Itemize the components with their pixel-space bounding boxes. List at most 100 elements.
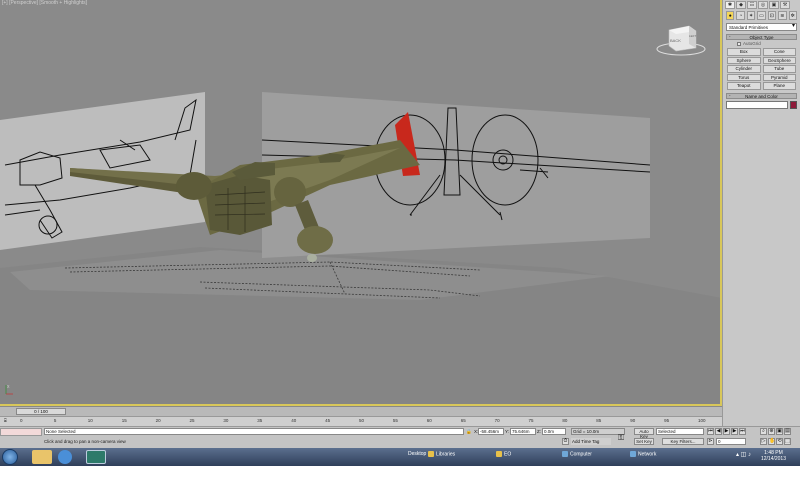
system-clock[interactable]: 1:48 PM 12/14/2013: [761, 450, 786, 462]
eo-taskbar-item[interactable]: EO: [496, 451, 511, 457]
time-tag-icon[interactable]: ⏱: [562, 438, 569, 445]
plane-button[interactable]: Plane: [762, 82, 796, 90]
viewcube[interactable]: BACK LEFT: [656, 22, 706, 56]
field-of-view-icon[interactable]: ▷: [760, 438, 767, 445]
x-coordinate-field[interactable]: -58.456m: [478, 428, 504, 435]
zoom-icon[interactable]: ⌕: [760, 428, 767, 435]
start-button-icon[interactable]: [2, 449, 18, 465]
status-bar: None Selected Click and drag to pan a no…: [0, 426, 800, 448]
3dsmax-taskbar-icon[interactable]: [86, 450, 106, 464]
goto-end-icon[interactable]: ⏭: [739, 428, 746, 435]
desktop-toolbar[interactable]: Desktop: [408, 451, 426, 457]
next-frame-icon[interactable]: ▶: [731, 428, 738, 435]
name-and-color-rollout[interactable]: Name and Color: [726, 92, 797, 99]
create-tab-icon[interactable]: ✱: [725, 1, 735, 9]
cameras-icon[interactable]: ▭: [757, 11, 766, 20]
utilities-tab-icon[interactable]: ⚒: [780, 1, 790, 9]
systems-icon[interactable]: ✲: [788, 11, 797, 20]
time-slider-track[interactable]: 0 / 100: [0, 406, 722, 416]
lock-icon[interactable]: 🔒: [466, 429, 472, 435]
trackbar-tick-label: 25: [189, 418, 195, 423]
object-name-field[interactable]: [726, 100, 788, 109]
perspective-viewport[interactable]: [+] [Perspective] [Smooth + Highlights]: [0, 0, 722, 406]
trackbar-tick-label: 20: [155, 418, 161, 423]
time-slider[interactable]: 0 / 100: [16, 408, 66, 415]
computer-icon: [562, 451, 568, 457]
goto-start-icon[interactable]: ⏮: [707, 428, 714, 435]
lights-icon[interactable]: ✶: [746, 11, 756, 20]
trackbar-tick-label: 10: [87, 418, 93, 423]
trackbar-icon[interactable]: ⌸: [4, 418, 7, 423]
box-button[interactable]: Box: [727, 48, 761, 56]
object-type-rollout[interactable]: Object Type: [726, 34, 797, 40]
category-icons: ● ◔ ✶ ▭ ⊡ ≋ ✲: [723, 10, 800, 22]
sphere-button[interactable]: Sphere: [727, 56, 761, 64]
folder-icon: [496, 451, 502, 457]
grid-size-display: Grid = 10.0m: [571, 428, 625, 435]
trackbar-tick-label: 55: [392, 418, 398, 423]
trackbar-tick-label: 85: [596, 418, 602, 423]
geometry-icon[interactable]: ●: [726, 11, 735, 20]
key-filters-button[interactable]: Key Filters...: [662, 438, 704, 445]
tube-button[interactable]: Tube: [762, 65, 796, 73]
orbit-icon[interactable]: ⟲: [776, 438, 783, 445]
name-and-color-row: [726, 100, 797, 109]
trackbar-tick-label: 35: [257, 418, 263, 423]
autogrid-checkbox[interactable]: AutoGrid: [737, 41, 786, 47]
geosphere-button[interactable]: GeoSphere: [762, 56, 796, 64]
y-coordinate-field[interactable]: 75.646m: [510, 428, 536, 435]
pyramid-button[interactable]: Pyramid: [762, 73, 796, 81]
zoom-extents-icon[interactable]: ▣: [776, 428, 783, 435]
trackbar-tick-label: 45: [325, 418, 331, 423]
space-warps-icon[interactable]: ≋: [778, 11, 787, 20]
trackbar-tick-label: 100: [698, 418, 706, 423]
motion-tab-icon[interactable]: ◎: [758, 1, 768, 9]
z-label: Z:: [537, 429, 541, 434]
shapes-icon[interactable]: ◔: [736, 11, 745, 20]
cylinder-button[interactable]: Cylinder: [727, 65, 761, 73]
network-taskbar-item[interactable]: Network: [630, 451, 656, 457]
key-mode-icon[interactable]: ⚿: [618, 433, 624, 443]
add-time-tag-button[interactable]: Add Time Tag: [571, 438, 611, 445]
zoom-all-icon[interactable]: ⊕: [768, 428, 775, 435]
teapot-button[interactable]: Teapot: [727, 82, 761, 90]
trackbar-tick-label: 90: [630, 418, 636, 423]
object-color-swatch[interactable]: [790, 100, 797, 109]
helpers-icon[interactable]: ⊡: [767, 11, 777, 20]
hierarchy-tab-icon[interactable]: ☷: [747, 1, 757, 9]
set-key-button[interactable]: Set Key: [634, 438, 654, 445]
prompt-line: Click and drag to pan a non-camera view: [44, 439, 126, 444]
zoom-extents-all-icon[interactable]: ▤: [784, 428, 791, 435]
libraries-icon: [428, 451, 434, 457]
z-coordinate-field[interactable]: 0.0m: [542, 428, 566, 435]
pan-icon[interactable]: ✋: [768, 438, 775, 445]
primitive-type-dropdown[interactable]: Standard Primitives: [726, 23, 797, 31]
modify-tab-icon[interactable]: ◆: [736, 1, 746, 9]
key-selection-dropdown[interactable]: Selected: [656, 428, 704, 435]
tray-icons[interactable]: ▴ ◫ ♪: [736, 451, 751, 458]
torus-button[interactable]: Torus: [727, 73, 761, 81]
display-tab-icon[interactable]: ▣: [769, 1, 779, 9]
maxscript-listener-mini[interactable]: [0, 428, 42, 436]
auto-key-button[interactable]: Auto Key: [634, 428, 654, 439]
trackbar-tick-label: 5: [53, 418, 57, 423]
play-icon[interactable]: ▶: [723, 428, 730, 435]
browser-taskbar-icon[interactable]: [58, 450, 72, 464]
maximize-viewport-icon[interactable]: ⬚: [784, 438, 791, 445]
computer-taskbar-item[interactable]: Computer: [562, 451, 592, 457]
trackbar-tick-label: 0: [20, 418, 23, 423]
key-mode-toggle-icon[interactable]: ⊳: [707, 438, 714, 445]
trackbar-tick-label: 15: [121, 418, 127, 423]
cone-button[interactable]: Cone: [762, 48, 796, 56]
libraries-taskbar-item[interactable]: Libraries: [428, 451, 455, 457]
trackbar-tick-label: 30: [223, 418, 229, 423]
current-frame-field[interactable]: 0: [716, 438, 746, 445]
selection-status: None Selected: [44, 428, 464, 435]
command-panel-tabs: ✱ ◆ ☷ ◎ ▣ ⚒: [723, 0, 800, 10]
trackbar-tick-label: 75: [528, 418, 534, 423]
svg-text:x: x: [7, 384, 10, 390]
object-type-buttons: Box Cone Sphere GeoSphere Cylinder Tube …: [727, 48, 796, 90]
prev-frame-icon[interactable]: ◀: [715, 428, 722, 435]
explorer-taskbar-icon[interactable]: [32, 450, 52, 464]
trackbar[interactable]: ⌸ 0 5 10 15 20 25 30 35 40 45 50 55 60 65 70 75 80 85 90 95…: [0, 416, 722, 426]
